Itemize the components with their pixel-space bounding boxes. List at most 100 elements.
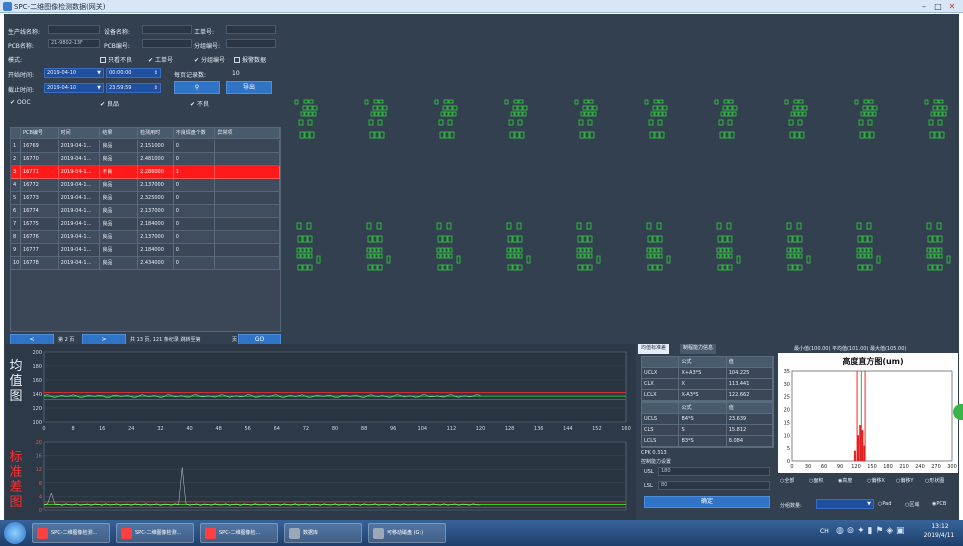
column-header[interactable] (11, 128, 21, 139)
worker-field[interactable] (226, 25, 276, 34)
pad (307, 119, 313, 126)
group-count-select[interactable]: ▼ (816, 499, 874, 509)
radio-scope-0[interactable]: ○Pad (878, 501, 891, 507)
radio-radios-2[interactable]: ◉高度 (838, 477, 852, 484)
height-histogram[interactable]: 高度直方图(um)353025201510500 30 60 90 120 150 180 2… (778, 353, 958, 473)
app-icon (373, 528, 384, 539)
stats-cell: 113.441 (727, 379, 774, 389)
table-row[interactable]: 9 16777 2019-04-1… 良品 2.184000 0 (11, 244, 280, 257)
pad (304, 247, 309, 253)
pad (378, 253, 383, 259)
table-row[interactable]: 10 16778 2019-04-1… 良品 2.434000 0 (11, 257, 280, 270)
taskbar-task-button[interactable]: SPC-二维图像检... (200, 523, 278, 543)
tray-icons[interactable]: ◍ ⊚ ✦ ▮ ⚑ ◈ ▣ (836, 526, 905, 536)
tab-mean-std[interactable]: 均值标准差 (638, 344, 670, 354)
table-cell-time: 2019-04-1… (58, 140, 101, 153)
ooc-label: OOC (16, 99, 31, 106)
start-time-picker[interactable]: 00:00:00 ⇕ (106, 68, 161, 78)
pagesize-value[interactable]: 10 (232, 70, 240, 77)
column-header[interactable]: 不良焊盘个数 (173, 128, 216, 139)
group-checkbox[interactable]: ✔ 分组编号 (194, 55, 225, 64)
side-expand-button[interactable] (953, 404, 963, 420)
pad (938, 111, 943, 117)
clock-time[interactable]: 13:12 (922, 523, 958, 530)
table-row[interactable]: 8 16776 2019-04-1… 良品 2.137000 0 (11, 231, 280, 244)
column-header[interactable]: PCB编号 (20, 128, 59, 139)
close-button[interactable]: ✕ (946, 2, 958, 11)
pcb-pad-view[interactable] (283, 18, 957, 342)
column-header[interactable]: 结果 (100, 128, 139, 139)
ooc-checkbox[interactable]: ✔ OOC (10, 99, 31, 106)
table-cell-abn (215, 179, 280, 192)
pad (512, 264, 518, 271)
radio-scope-2[interactable]: ◉PCB (932, 501, 946, 507)
radio-scope-1[interactable]: ○区域 (905, 501, 919, 508)
table-row[interactable]: 3 16771 2019-04-1… 不良 2.286000 1 (11, 166, 280, 179)
batch-field[interactable] (226, 39, 276, 48)
station-field[interactable] (48, 25, 100, 34)
column-header[interactable]: 检测用时 (138, 128, 174, 139)
pcb-name-field[interactable]: 21-9802-13F (48, 39, 100, 48)
usl-field[interactable]: 180 (658, 467, 770, 476)
fail-checkbox[interactable]: ✔ 不良 (190, 99, 209, 108)
minimize-button[interactable]: – (918, 2, 930, 11)
pad (722, 264, 728, 271)
pad (937, 105, 943, 111)
device-label: 设备名称: (104, 29, 131, 36)
pad (872, 105, 878, 111)
radio-radios-5[interactable]: ○形状图 (925, 477, 944, 484)
order-checkbox[interactable]: ✔ 工单号 (148, 55, 173, 64)
language-indicator[interactable]: CH (820, 528, 829, 535)
taskbar-task-button[interactable]: 可移动磁盘 (G:) (368, 523, 446, 543)
taskbar-task-button[interactable]: 数据库 (284, 523, 362, 543)
alarm-checkbox[interactable]: 报警数据 (234, 55, 266, 64)
ok-checkbox[interactable]: ✔ 良品 (100, 99, 119, 108)
table-row[interactable]: 7 16775 2019-04-1… 良品 2.184000 0 (11, 218, 280, 231)
panel-field[interactable] (142, 39, 192, 48)
maximize-button[interactable]: □ (932, 2, 944, 11)
mean-chart[interactable]: 200 180 160 140 120 1000 8 16 24 32 40 48 56 64 72 80 88… (26, 346, 634, 434)
table-row[interactable]: 2 16770 2019-04-1… 良品 2.481000 0 (11, 153, 280, 166)
std-chart[interactable]: 20 16 12 8 4 0 (26, 436, 634, 520)
table-row[interactable]: 6 16774 2019-04-1… 良品 2.137000 0 (11, 205, 280, 218)
end-time-picker[interactable]: 23:59:59 ⇕ (106, 83, 161, 93)
radio-radios-0[interactable]: ○全部 (780, 477, 794, 484)
table-cell-time: 2019-04-1… (58, 179, 101, 192)
table-cell-time: 2019-04-1… (58, 166, 101, 179)
only-ng-checkbox[interactable]: 只看不良 (100, 55, 132, 64)
jump-page-field[interactable]: 页 (232, 336, 237, 343)
pad (790, 111, 795, 117)
mean-stats-table: 公式值 UCLX X+A3*S 104.225 CLX X 113.441 LCLX X-A3*… (641, 356, 774, 402)
taskbar-task-button[interactable]: SPC-二维图像检测... (116, 523, 194, 543)
pad (316, 255, 321, 264)
table-row[interactable]: 5 16773 2019-04-1… 良品 2.325000 0 (11, 192, 280, 205)
tab-process-capability[interactable]: 制程能力信息 (680, 344, 717, 354)
start-button[interactable] (4, 522, 26, 544)
pad (584, 247, 589, 253)
column-header[interactable]: 时间 (58, 128, 101, 139)
export-button[interactable]: 导出 (226, 81, 272, 94)
confirm-button[interactable]: 确定 (644, 496, 770, 508)
pad (868, 253, 873, 259)
app-icon (289, 528, 300, 539)
pad (580, 247, 585, 253)
table-cell-dur: 2.286000 (138, 166, 174, 179)
lsl-field[interactable]: 80 (658, 481, 770, 490)
pad-group (434, 99, 458, 139)
radio-radios-4[interactable]: ○偏移Y (896, 477, 913, 484)
query-button[interactable]: ⚲ (174, 81, 220, 94)
table-row[interactable]: 4 16772 2019-04-1… 良品 2.137000 0 (11, 179, 280, 192)
x-tick-label: 88 (361, 426, 367, 432)
device-field[interactable] (142, 25, 192, 34)
start-date-picker[interactable]: 2019-04-10 ▼ (44, 68, 104, 78)
clock-date[interactable]: 2019/4/11 (918, 532, 960, 539)
radio-radios-1[interactable]: ○面积 (809, 477, 823, 484)
end-date-picker[interactable]: 2019-04-10 ▼ (44, 83, 104, 93)
table-row[interactable]: 1 16769 2019-04-1… 良品 2.151000 0 (11, 140, 280, 153)
radio-radios-3[interactable]: ○偏移X (867, 477, 885, 484)
taskbar-task-button[interactable]: SPC-二维图像检测... (32, 523, 110, 543)
x-tick-label: 96 (390, 426, 396, 432)
pad (382, 111, 387, 117)
y-tick-label: 20 (784, 408, 790, 414)
column-header[interactable]: 异常项 (215, 128, 280, 139)
